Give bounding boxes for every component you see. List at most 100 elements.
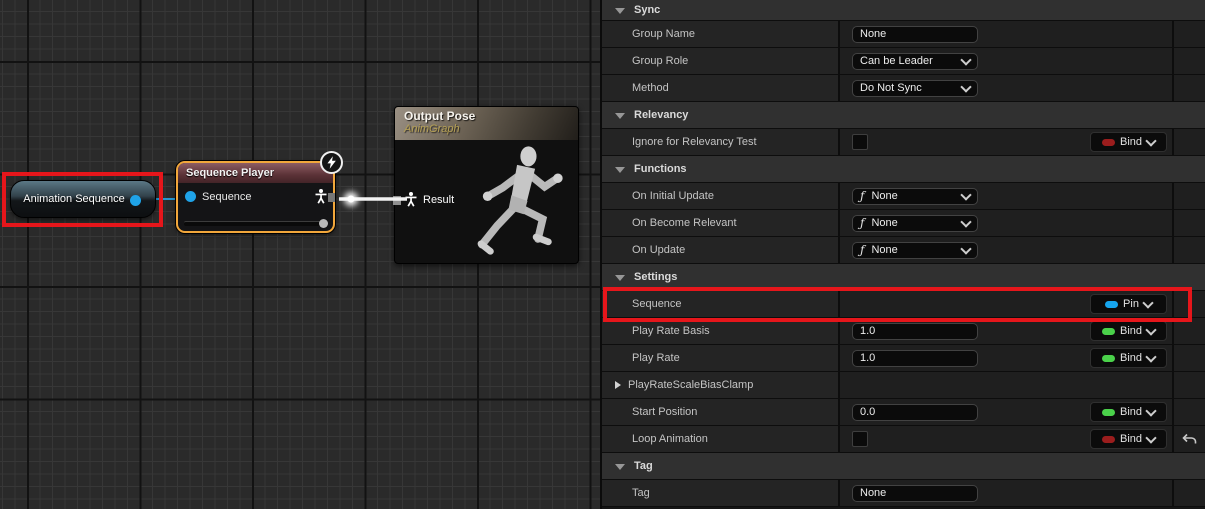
- chevron-down-icon: [1145, 135, 1156, 146]
- row-sequence: Sequence Pin: [602, 291, 1205, 318]
- output-pose-node-header[interactable]: Output Pose AnimGraph: [395, 107, 578, 140]
- on-initial-update-dropdown[interactable]: ƒNone: [852, 188, 978, 205]
- loop-animation-checkbox[interactable]: [852, 431, 868, 447]
- section-tag[interactable]: Tag: [602, 453, 1205, 480]
- chevron-down-icon: [615, 167, 625, 173]
- section-functions[interactable]: Functions: [602, 156, 1205, 183]
- chevron-down-icon: [1145, 432, 1156, 443]
- property-label: Tag: [632, 487, 650, 499]
- start-position-input[interactable]: 0.0: [852, 404, 978, 421]
- chevron-down-icon: [615, 275, 625, 281]
- progress-handle: [319, 219, 328, 228]
- bind-dropdown[interactable]: Bind: [1090, 348, 1167, 368]
- property-label: On Initial Update: [632, 190, 714, 202]
- output-pose-node[interactable]: Output Pose AnimGraph Result: [394, 106, 579, 264]
- pose-output-pin[interactable]: [315, 189, 327, 204]
- sequence-output-pin[interactable]: [130, 195, 141, 206]
- fast-path-lightning-icon: [320, 151, 343, 174]
- chevron-down-icon: [960, 243, 971, 254]
- property-label: Sequence: [632, 298, 682, 310]
- chevron-down-icon: [1145, 405, 1156, 416]
- property-label: Ignore for Relevancy Test: [632, 136, 757, 148]
- row-group-name: Group Name None: [602, 21, 1205, 48]
- section-sync[interactable]: Sync: [602, 0, 1205, 21]
- on-become-relevant-dropdown[interactable]: ƒNone: [852, 215, 978, 232]
- chevron-down-icon: [615, 464, 625, 470]
- mannequin-preview-image: [461, 140, 575, 262]
- bind-pill-icon: [1102, 139, 1115, 146]
- bind-dropdown[interactable]: Bind: [1090, 429, 1167, 449]
- play-rate-input[interactable]: 1.0: [852, 350, 978, 367]
- row-playratescalebiasclamp: PlayRateScaleBiasClamp: [602, 372, 1205, 399]
- row-on-initial-update: On Initial Update ƒNone: [602, 183, 1205, 210]
- chevron-down-icon: [615, 8, 625, 14]
- property-label: Method: [632, 82, 669, 94]
- result-input-nub: [393, 196, 401, 205]
- property-label: On Become Relevant: [632, 217, 737, 229]
- function-icon: ƒ: [860, 216, 864, 230]
- section-relevancy[interactable]: Relevancy: [602, 102, 1205, 129]
- sequence-pin-label: Sequence: [202, 191, 252, 203]
- row-on-update: On Update ƒNone: [602, 237, 1205, 264]
- bind-pill-icon: [1102, 436, 1115, 443]
- animation-sequence-node-label: Animation Sequence: [23, 193, 125, 205]
- row-on-become-relevant: On Become Relevant ƒNone: [602, 210, 1205, 237]
- pin-pill-icon: [1105, 301, 1118, 308]
- chevron-down-icon: [960, 54, 971, 65]
- group-name-input[interactable]: None: [852, 26, 978, 43]
- tag-input[interactable]: None: [852, 485, 978, 502]
- sequence-player-node[interactable]: Sequence Player Sequence: [176, 161, 335, 233]
- on-update-dropdown[interactable]: ƒNone: [852, 242, 978, 259]
- property-label: Play Rate Basis: [632, 325, 710, 337]
- bind-dropdown[interactable]: Bind: [1090, 321, 1167, 341]
- row-group-role: Group Role Can be Leader: [602, 48, 1205, 75]
- chevron-down-icon: [1142, 297, 1153, 308]
- sequence-progress-bar: [184, 221, 325, 226]
- details-panel: Sync Group Name None Group Role Can be L…: [600, 0, 1205, 509]
- play-rate-basis-input[interactable]: 1.0: [852, 323, 978, 340]
- reset-to-default-icon[interactable]: [1182, 433, 1197, 446]
- result-pin-label: Result: [423, 194, 454, 206]
- row-tag: Tag None: [602, 480, 1205, 507]
- animgraph-canvas[interactable]: Animation Sequence Sequence Player Seque…: [0, 0, 600, 509]
- chevron-down-icon: [1145, 351, 1156, 362]
- section-settings[interactable]: Settings: [602, 264, 1205, 291]
- sequence-player-node-header[interactable]: Sequence Player: [178, 163, 333, 183]
- method-dropdown[interactable]: Do Not Sync: [852, 80, 978, 97]
- ignore-relevancy-checkbox[interactable]: [852, 134, 868, 150]
- function-icon: ƒ: [860, 189, 864, 203]
- unreal-animgraph-editor: Animation Sequence Sequence Player Seque…: [0, 0, 1205, 509]
- result-input-pin[interactable]: Result: [405, 192, 454, 207]
- chevron-right-icon[interactable]: [615, 381, 621, 389]
- chevron-down-icon: [960, 189, 971, 200]
- person-pose-icon: [405, 192, 417, 207]
- chevron-down-icon: [960, 81, 971, 92]
- function-icon: ƒ: [860, 243, 864, 257]
- animation-sequence-node[interactable]: Animation Sequence: [10, 180, 156, 218]
- property-label: Play Rate: [632, 352, 680, 364]
- bind-dropdown[interactable]: Bind: [1090, 402, 1167, 422]
- bind-dropdown[interactable]: Bind: [1090, 132, 1167, 152]
- sequence-pin-dropdown[interactable]: Pin: [1090, 294, 1167, 314]
- sequence-input-pin[interactable]: [185, 191, 196, 202]
- property-label: Loop Animation: [632, 433, 708, 445]
- chevron-down-icon: [1145, 324, 1156, 335]
- row-ignore-relevancy-test: Ignore for Relevancy Test Bind: [602, 129, 1205, 156]
- bind-pill-icon: [1102, 355, 1115, 362]
- bind-pill-icon: [1102, 409, 1115, 416]
- property-label: On Update: [632, 244, 685, 256]
- chevron-down-icon: [960, 216, 971, 227]
- row-start-position: Start Position 0.0 Bind: [602, 399, 1205, 426]
- property-label: Start Position: [632, 406, 697, 418]
- row-method: Method Do Not Sync: [602, 75, 1205, 102]
- row-loop-animation: Loop Animation Bind: [602, 426, 1205, 453]
- bind-pill-icon: [1102, 328, 1115, 335]
- property-label: Group Role: [632, 55, 688, 67]
- property-label: PlayRateScaleBiasClamp: [628, 379, 753, 391]
- pose-output-nub: [328, 193, 335, 202]
- chevron-down-icon: [615, 113, 625, 119]
- row-play-rate: Play Rate 1.0 Bind: [602, 345, 1205, 372]
- row-play-rate-basis: Play Rate Basis 1.0 Bind: [602, 318, 1205, 345]
- property-label: Group Name: [632, 28, 695, 40]
- group-role-dropdown[interactable]: Can be Leader: [852, 53, 978, 70]
